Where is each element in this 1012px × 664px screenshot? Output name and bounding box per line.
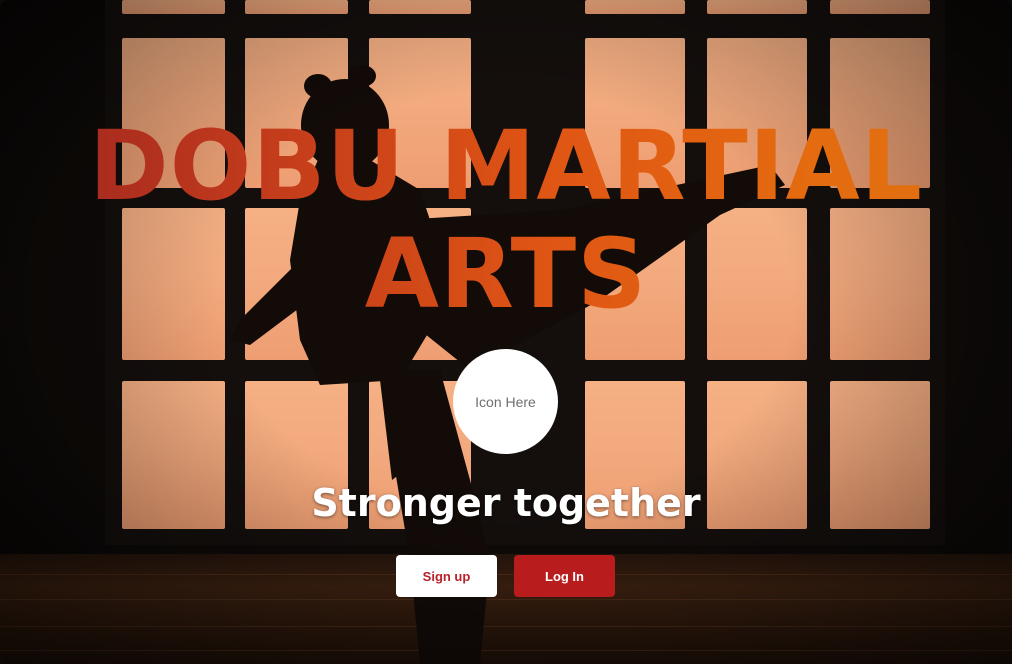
login-button-label: Log In <box>545 568 584 584</box>
signup-button-label: Sign up <box>422 568 471 584</box>
logo-placeholder-text: Icon Here <box>475 393 536 410</box>
signup-button[interactable]: Sign up <box>396 555 497 597</box>
hero-section: DOBU MARTIAL ARTS Icon Here Stronger tog… <box>0 0 1012 664</box>
login-button[interactable]: Log In <box>514 555 615 597</box>
hero-title: DOBU MARTIAL ARTS <box>0 112 1012 328</box>
app-frame: DOBU MARTIAL ARTS Icon Here Stronger tog… <box>0 0 1012 664</box>
logo-placeholder-icon: Icon Here <box>453 349 558 454</box>
hero-tagline: Stronger together <box>311 481 701 525</box>
